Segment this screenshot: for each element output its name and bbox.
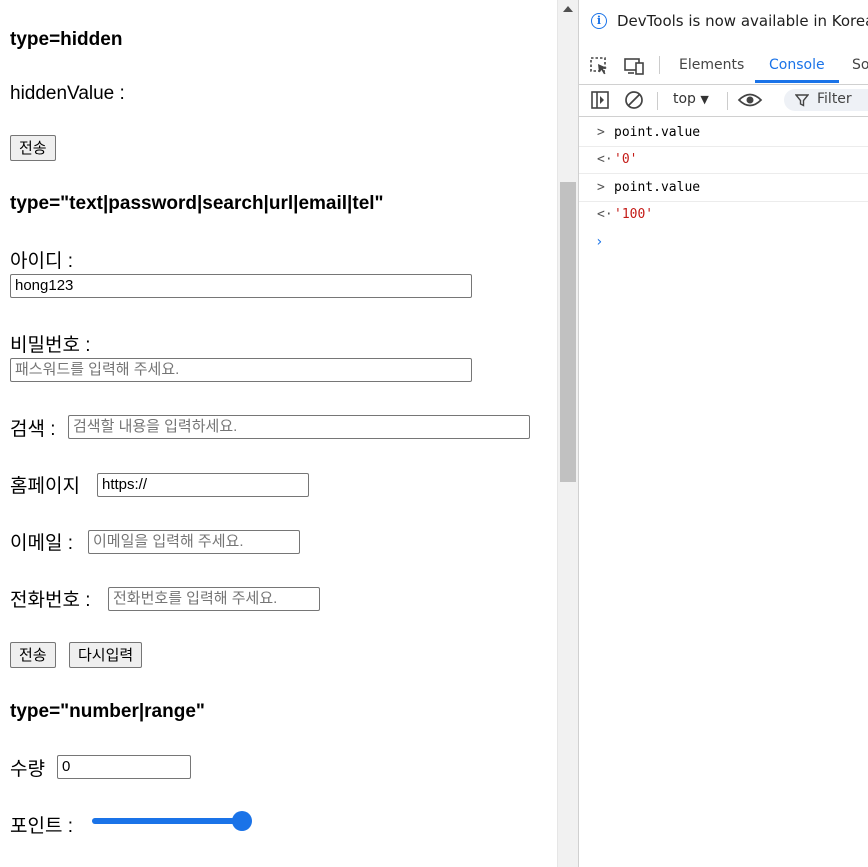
- device-toolbar-icon[interactable]: [623, 56, 647, 76]
- slider-fill: [92, 818, 242, 824]
- devtools-language-banner: i DevTools is now available in Korean!: [579, 0, 868, 44]
- active-tab-underline: [755, 80, 839, 83]
- dropdown-arrow-icon: ▼: [700, 93, 709, 106]
- heading-hidden: type=hidden: [10, 29, 123, 50]
- reset-button[interactable]: 다시입력: [69, 642, 143, 668]
- console-input-text: point.value: [614, 180, 701, 195]
- tab-sources[interactable]: So: [852, 57, 868, 73]
- devtools-panel: i DevTools is now available in Korean! E…: [578, 0, 868, 867]
- tab-console[interactable]: Console: [769, 57, 825, 73]
- toolbar-separator: [657, 92, 658, 110]
- output-arrow-icon: <·: [597, 207, 613, 222]
- quantity-input[interactable]: 0: [57, 755, 191, 779]
- console-toolbar: top ▼ Filter: [579, 84, 868, 117]
- page-content: type=hidden hiddenValue : 전송 type="text|…: [0, 0, 557, 867]
- context-label: top: [673, 91, 696, 107]
- devtools-tab-bar: Elements Console So: [579, 48, 868, 85]
- id-label: 아이디 :: [10, 251, 73, 272]
- console-input-row: > point.value: [579, 175, 868, 202]
- homepage-label: 홈페이지: [10, 476, 80, 497]
- filter-label: Filter: [817, 91, 852, 107]
- email-input[interactable]: 이메일을 입력해 주세요.: [88, 530, 300, 554]
- console-output-text: '0': [614, 152, 638, 167]
- slider-thumb[interactable]: [232, 811, 252, 831]
- context-selector[interactable]: top ▼: [673, 91, 709, 107]
- live-expression-eye-icon[interactable]: [737, 91, 763, 109]
- quantity-label: 수량: [10, 759, 45, 780]
- id-input[interactable]: hong123: [10, 274, 472, 298]
- page-scrollbar[interactable]: [557, 0, 578, 867]
- tab-separator: [659, 56, 660, 74]
- tab-elements[interactable]: Elements: [679, 57, 744, 73]
- search-label: 검색 :: [10, 419, 56, 440]
- heading-text-types: type="text|password|search|url|email|tel…: [10, 193, 384, 214]
- toolbar-separator: [727, 92, 728, 110]
- email-label: 이메일 :: [10, 533, 73, 554]
- console-output-text: '100': [614, 207, 654, 222]
- scroll-up-arrow-icon[interactable]: [563, 6, 573, 12]
- clear-console-icon[interactable]: [624, 90, 644, 110]
- console-output-row: <· '100': [579, 202, 868, 229]
- tel-input[interactable]: 전화번호를 입력해 주세요.: [108, 587, 320, 611]
- scrollbar-thumb[interactable]: [560, 182, 576, 482]
- console-prompt-icon[interactable]: ›: [595, 234, 603, 250]
- tel-label: 전화번호 :: [10, 590, 91, 611]
- search-input[interactable]: 검색할 내용을 입력하세요.: [68, 415, 530, 439]
- console-input-text: point.value: [614, 125, 701, 140]
- info-icon: i: [591, 13, 607, 29]
- console-output-row: <· '0': [579, 147, 868, 174]
- input-chevron-icon: >: [597, 125, 605, 140]
- password-input[interactable]: 패스워드를 입력해 주세요.: [10, 358, 472, 382]
- submit-button-hidden[interactable]: 전송: [10, 135, 56, 161]
- hidden-value-label: hiddenValue :: [10, 83, 125, 104]
- sidebar-toggle-icon[interactable]: [590, 90, 610, 110]
- submit-button-text[interactable]: 전송: [10, 642, 56, 668]
- homepage-input[interactable]: https://: [97, 473, 309, 497]
- heading-number-range: type="number|range": [10, 701, 205, 722]
- point-range-slider[interactable]: [92, 810, 252, 832]
- filter-icon: [795, 94, 809, 107]
- banner-message: DevTools is now available in Korean!: [617, 12, 868, 30]
- console-input-row: > point.value: [579, 120, 868, 147]
- output-arrow-icon: <·: [597, 152, 613, 167]
- inspect-element-icon[interactable]: [589, 56, 611, 76]
- point-label: 포인트 :: [10, 816, 73, 837]
- input-chevron-icon: >: [597, 180, 605, 195]
- password-label: 비밀번호 :: [10, 335, 91, 356]
